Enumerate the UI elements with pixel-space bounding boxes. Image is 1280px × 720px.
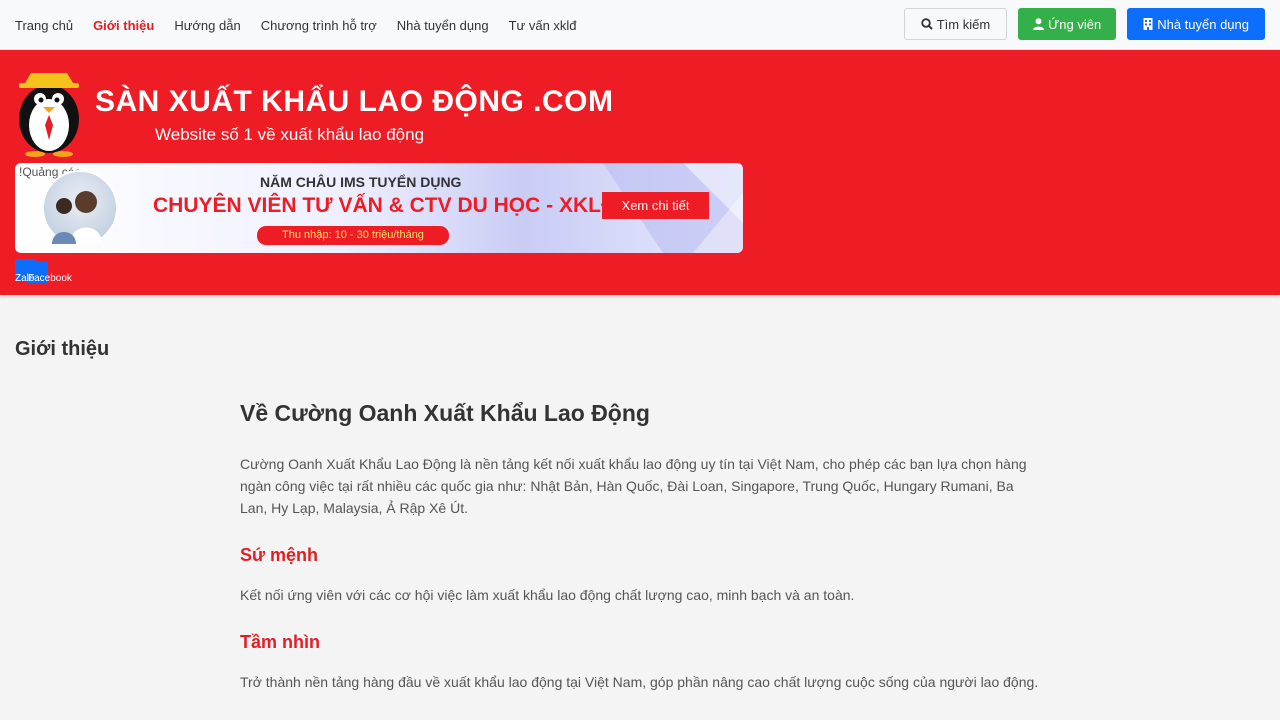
nav-link-support-program[interactable]: Chương trình hỗ trợ xyxy=(261,18,377,33)
user-icon xyxy=(1033,18,1045,30)
top-navbar: Trang chủ Giới thiệu Hướng dẫn Chương tr… xyxy=(0,0,1280,50)
page-heading: Giới thiệu xyxy=(15,338,110,360)
mission-text: Kết nối ứng viên với các cơ hội việc làm… xyxy=(240,587,855,603)
about-title: Về Cường Oanh Xuất Khẩu Lao Động xyxy=(240,400,650,426)
search-button-label: Tìm kiếm xyxy=(936,16,991,32)
vision-text: Trở thành nền tảng hàng đầu về xuất khẩu… xyxy=(240,674,1039,690)
search-icon xyxy=(921,18,933,30)
employer-button[interactable]: Nhà tuyển dụng xyxy=(1127,8,1265,40)
nav-link-about[interactable]: Giới thiệu xyxy=(93,18,154,33)
nav-links: Trang chủ Giới thiệu Hướng dẫn Chương tr… xyxy=(15,0,597,50)
mission-title: Sứ mệnh xyxy=(240,545,319,565)
nav-link-guide[interactable]: Hướng dẫn xyxy=(174,18,240,33)
logo-subtitle: Website số 1 về xuất khẩu lao động xyxy=(155,125,425,144)
candidate-button-label: Ứng viên xyxy=(1048,16,1102,32)
banner-income: Thu nhập: 10 - 30 triệu/tháng xyxy=(257,226,449,245)
banner-cta-button[interactable]: Xem chi tiết xyxy=(602,192,709,219)
employer-button-label: Nhà tuyển dụng xyxy=(1157,16,1249,32)
nav-link-consulting[interactable]: Tư vấn xklđ xyxy=(509,18,577,33)
facebook-label: Facebook xyxy=(28,273,72,284)
candidate-button[interactable]: Ứng viên xyxy=(1018,8,1117,40)
building-icon xyxy=(1143,18,1153,30)
banner-headline: NĂM CHÂU IMS TUYỂN DỤNG xyxy=(260,174,462,190)
site-logo[interactable]: SÀN XUẤT KHẨU LAO ĐỘNG .COM Website số 1… xyxy=(15,65,613,157)
banner-photo xyxy=(42,170,118,246)
nav-link-home[interactable]: Trang chủ xyxy=(15,18,73,33)
nav-actions: Tìm kiếm Ứng viên Nhà tuyển dụng xyxy=(893,8,1265,40)
headset-agent-icon xyxy=(52,191,102,244)
social-links: Zalo Facebook xyxy=(15,255,75,285)
ad-banner[interactable]: !Quảng cáo NĂM CHÂU IMS TUYỂN DỤNG CHUYÊ… xyxy=(15,163,743,253)
banner-main-text: CHUYÊN VIÊN TƯ VẤN & CTV DU HỌC - XKLĐ xyxy=(153,194,617,217)
logo-title: SÀN XUẤT KHẨU LAO ĐỘNG .COM xyxy=(95,85,614,118)
nav-link-employers[interactable]: Nhà tuyển dụng xyxy=(397,18,489,33)
about-content: Về Cường Oanh Xuất Khẩu Lao Động Cường O… xyxy=(240,400,1040,719)
vision-title: Tầm nhìn xyxy=(240,632,320,652)
about-intro: Cường Oanh Xuất Khẩu Lao Động là nền tản… xyxy=(240,456,1027,516)
search-button[interactable]: Tìm kiếm xyxy=(903,8,1008,40)
site-header: SÀN XUẤT KHẨU LAO ĐỘNG .COM Website số 1… xyxy=(0,50,1280,295)
penguin-mascot-icon xyxy=(19,73,79,157)
